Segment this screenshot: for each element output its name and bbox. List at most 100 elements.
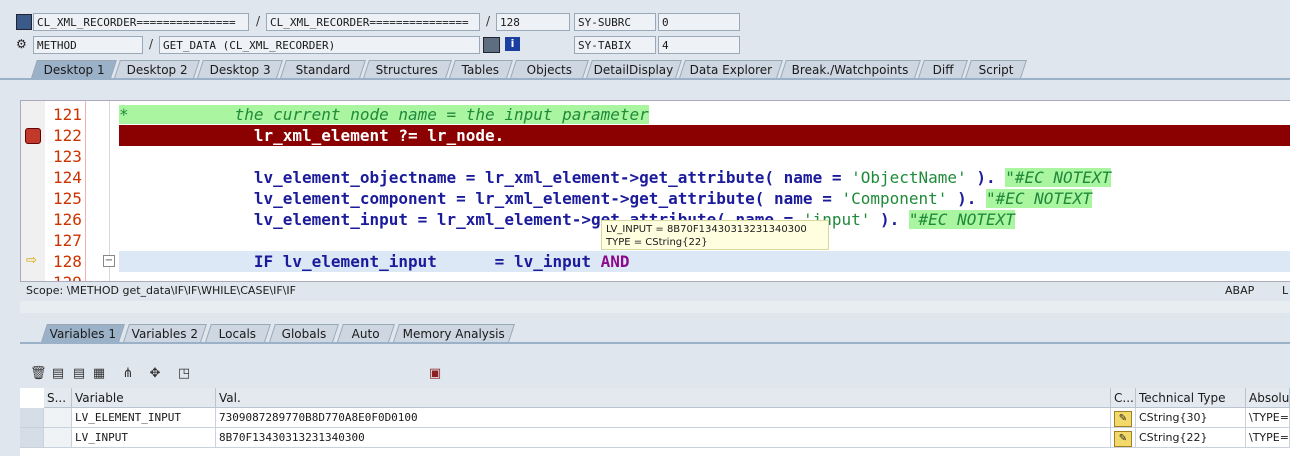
variable-tooltip: LV_INPUT = 8B70F13430313231340300 TYPE =… (601, 220, 829, 250)
string-literal: 'Component' (841, 189, 948, 208)
tab-globals[interactable]: Globals (269, 324, 339, 342)
technical-type-cell: CString{22} (1136, 428, 1246, 448)
line-number: 121 (53, 105, 82, 124)
value-cell[interactable]: 7309087289770B8D770A8E0F0D0100 (216, 408, 1111, 428)
line-number: 124 (53, 168, 82, 187)
line-number: 125 (53, 189, 82, 208)
scope-bar: Scope: \METHOD get_data\IF\IF\WHILE\CASE… (20, 282, 1290, 300)
sysvar-value-subrc[interactable]: 0 (658, 13, 740, 31)
info-icon[interactable]: i (505, 37, 520, 51)
code-line-124: lv_element_objectname = lr_xml_element->… (119, 167, 1112, 188)
load-variables-icon[interactable]: ▤ (71, 366, 87, 382)
statement-text: lr_xml_element ?= lr_node. (119, 126, 505, 145)
program-field[interactable]: CL_XML_RECORDER=============== (33, 13, 249, 31)
tab-locals[interactable]: Locals (205, 324, 271, 342)
tab-desktop-1[interactable]: Desktop 1 (31, 60, 117, 78)
code-text: ). (870, 210, 909, 229)
tab-desktop-2[interactable]: Desktop 2 (114, 60, 200, 78)
tab-underline (0, 78, 1290, 80)
line-number: 128 (53, 252, 82, 271)
sysvar-label-subrc: SY-SUBRC (574, 13, 656, 31)
edit-pencil-icon[interactable]: ✎ (1114, 431, 1132, 447)
fold-column (109, 101, 110, 281)
include-field[interactable]: CL_XML_RECORDER=============== (266, 13, 480, 31)
sysvar-value-tabix[interactable]: 4 (658, 36, 740, 54)
export-icon[interactable]: ▦ (91, 366, 107, 382)
tab-desktop-3[interactable]: Desktop 3 (197, 60, 283, 78)
tab-standard[interactable]: Standard (280, 60, 366, 78)
code-line-125: lv_element_component = lr_xml_element->g… (119, 188, 1092, 209)
technical-type-cell: CString{30} (1136, 408, 1246, 428)
variable-cell[interactable]: LV_INPUT (72, 428, 216, 448)
source-editor[interactable]: ⇨ − 121 122 123 124 125 126 127 128 129 … (20, 100, 1290, 282)
tab-data-explorer[interactable]: Data Explorer (679, 60, 783, 78)
separator: / (486, 14, 491, 28)
column-header-status[interactable]: S... (44, 388, 72, 408)
tab-diff[interactable]: Diff (918, 60, 968, 78)
variable-cell[interactable]: LV_ELEMENT_INPUT (72, 408, 216, 428)
value-cell[interactable]: 8B70F13430313231340300 (216, 428, 1111, 448)
navigate-icon[interactable] (483, 37, 500, 53)
tab-objects[interactable]: Objects (510, 60, 589, 78)
delete-icon[interactable]: 🗑 (30, 366, 47, 382)
column-header-technical-type[interactable]: Technical Type (1136, 388, 1246, 408)
tab-script[interactable]: Script (965, 60, 1027, 78)
column-header-absolute[interactable]: Absolut (1246, 388, 1290, 408)
line-number: 127 (53, 231, 82, 250)
code-text: ). (947, 189, 986, 208)
hierarchy-icon[interactable]: ⋔ (120, 366, 136, 382)
event-name-field[interactable]: GET_DATA (CL_XML_RECORDER) (159, 36, 480, 54)
line-indicator: L (1282, 284, 1289, 297)
string-literal: 'ObjectName' (851, 168, 967, 187)
current-statement-arrow-icon: ⇨ (26, 253, 37, 268)
column-header-change[interactable]: C... (1111, 388, 1136, 408)
change-cell[interactable]: ✎ (1111, 428, 1136, 448)
code-text: lv_element_component = lr_xml_element->g… (119, 189, 842, 208)
sysvar-label-tabix: SY-TABIX (574, 36, 656, 54)
tab-memory-analysis[interactable]: Memory Analysis (393, 324, 515, 342)
tooltip-line-type: TYPE = CString{22} (606, 237, 708, 248)
keyword-and: AND (600, 252, 630, 271)
status-cell (44, 408, 72, 428)
row-selector[interactable] (20, 428, 44, 448)
desktop-tab-strip: Desktop 1 Desktop 2 Desktop 3 Standard S… (0, 60, 1290, 78)
pragma-text: "#EC NOTEXT (985, 189, 1092, 208)
variables-table: S... Variable Val. C... Technical Type A… (20, 388, 1290, 456)
new-window-icon[interactable]: ◳ (176, 366, 192, 382)
save-variables-icon[interactable]: ▤ (50, 366, 66, 382)
scope-text: Scope: \METHOD get_data\IF\IF\WHILE\CASE… (26, 284, 296, 297)
change-cell[interactable]: ✎ (1111, 408, 1136, 428)
code-line-126: lv_element_input = lr_xml_element->get_a… (119, 209, 1015, 230)
status-cell (44, 428, 72, 448)
code-text: ). (966, 168, 1006, 187)
code-text: lv_element_input = lv_input (273, 252, 601, 271)
tab-auto[interactable]: Auto (337, 324, 395, 342)
edit-pencil-icon[interactable]: ✎ (1114, 411, 1132, 427)
tab-detaildisplay[interactable]: DetailDisplay (586, 60, 682, 78)
line-number: 122 (53, 126, 82, 145)
event-type-icon: ⚙ (16, 37, 27, 51)
column-header-value[interactable]: Val. (216, 388, 1111, 408)
event-type-field[interactable]: METHOD (33, 36, 143, 54)
navigate-icon[interactable]: ✥ (147, 366, 163, 382)
tab-tables[interactable]: Tables (449, 60, 513, 78)
language-label: ABAP (1225, 284, 1255, 297)
breakpoint-icon[interactable] (25, 128, 41, 144)
tab-variables-2[interactable]: Variables 2 (123, 324, 207, 342)
tab-structures[interactable]: Structures (363, 60, 452, 78)
absolute-type-cell: \TYPE= (1246, 408, 1290, 428)
column-header-variable[interactable]: Variable (72, 388, 216, 408)
code-line-121: * the current node name = the input para… (119, 104, 649, 125)
row-selector[interactable] (20, 408, 44, 428)
code-line-122: lr_xml_element ?= lr_node. (119, 125, 504, 146)
line-number-field[interactable]: 128 (496, 13, 570, 31)
tab-watchpoints[interactable]: Break./Watchpoints (780, 60, 921, 78)
code-text: lv_element_objectname = lr_xml_element->… (119, 168, 852, 187)
variables-tab-strip: Variables 1 Variables 2 Locals Globals A… (0, 324, 1290, 342)
save-icon[interactable]: ▣ (427, 366, 443, 382)
pane-divider[interactable] (20, 301, 1290, 313)
tab-variables-1[interactable]: Variables 1 (41, 324, 125, 342)
comment-text: * the current node name = the input para… (119, 105, 649, 124)
keyword-if: IF (253, 252, 274, 271)
line-number: 123 (53, 147, 82, 166)
